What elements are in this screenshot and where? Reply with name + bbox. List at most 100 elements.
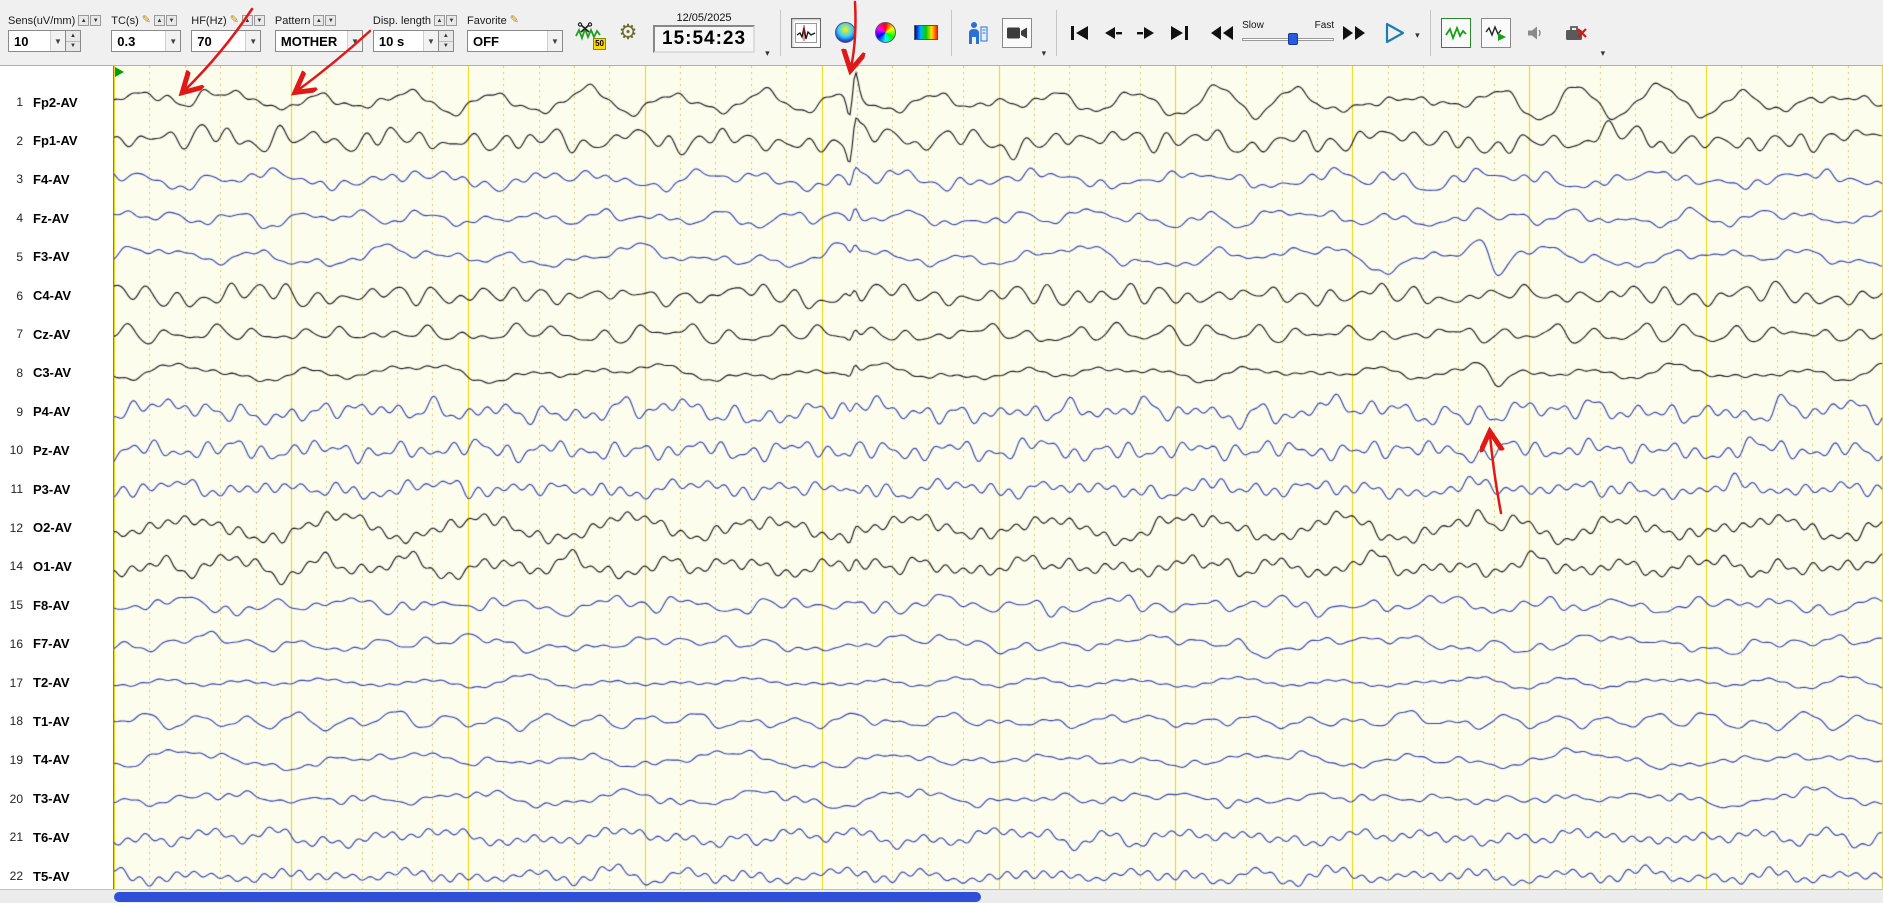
channel-row[interactable]: 2 Fp1-AV (0, 131, 114, 151)
channel-label[interactable]: T1-AV (26, 714, 70, 729)
trace-view-button[interactable] (790, 17, 821, 48)
speed-slider-track[interactable] (1242, 33, 1335, 45)
patient-info-button[interactable] (962, 18, 992, 48)
channel-label[interactable]: Fp2-AV (26, 95, 78, 110)
spin-down-icon[interactable]: ▼ (66, 42, 80, 52)
channel-label[interactable]: T6-AV (26, 830, 70, 845)
pattern-combobox[interactable]: MOTHER ▼ (274, 30, 363, 52)
spin-up-icon[interactable]: ▲ (153, 15, 165, 26)
channel-label[interactable]: O2-AV (26, 520, 72, 535)
spin-up-icon[interactable]: ▲ (78, 15, 90, 26)
spin-up-icon[interactable]: ▲ (66, 31, 80, 42)
time-constant-combobox[interactable]: 0.3 ▼ (111, 30, 182, 52)
channel-label[interactable]: T3-AV (26, 791, 70, 806)
hum-filter-button[interactable]: 50 (573, 18, 606, 50)
channel-row[interactable]: 6 C4-AV (0, 286, 114, 306)
channel-label[interactable]: P4-AV (26, 404, 70, 419)
channel-label[interactable]: Fp1-AV (26, 133, 78, 148)
speed-slider-thumb[interactable] (1288, 33, 1299, 45)
channel-row[interactable]: 22 T5-AV (0, 866, 114, 886)
channel-row[interactable]: 4 Fz-AV (0, 208, 114, 228)
video-button[interactable] (1001, 17, 1032, 48)
spin-down-icon[interactable]: ▼ (90, 15, 102, 26)
channel-row[interactable]: 8 C3-AV (0, 363, 114, 383)
spin-down-icon[interactable]: ▼ (165, 15, 177, 26)
step-back-button[interactable] (1100, 21, 1126, 45)
toolbar-overflow-icon[interactable]: ▾ (765, 48, 770, 63)
channel-row[interactable]: 14 O1-AV (0, 556, 114, 576)
chevron-down-icon[interactable]: ▼ (346, 31, 362, 51)
edit-pencil-icon[interactable]: ✎ (142, 15, 151, 26)
channel-row[interactable]: 3 F4-AV (0, 169, 114, 189)
channel-row[interactable]: 1 Fp2-AV (0, 92, 114, 112)
channel-row[interactable]: 12 O2-AV (0, 518, 114, 538)
fast-forward-button[interactable] (1341, 21, 1367, 45)
channel-row[interactable]: 5 F3-AV (0, 247, 114, 267)
edit-pencil-icon[interactable]: ✎ (510, 15, 519, 26)
topo-3d-button[interactable] (871, 18, 901, 48)
play-button[interactable] (1382, 21, 1408, 45)
edit-pencil-icon[interactable]: ✎ (230, 15, 239, 26)
channel-label[interactable]: P3-AV (26, 482, 70, 497)
spin-down-icon[interactable]: ▼ (439, 42, 453, 52)
spectrogram-button[interactable] (911, 18, 941, 48)
channel-label[interactable]: F3-AV (26, 249, 70, 264)
chevron-down-icon[interactable]: ▼ (50, 31, 65, 51)
channel-label[interactable]: T4-AV (26, 752, 70, 767)
skip-to-start-button[interactable] (1067, 21, 1093, 45)
step-forward-button[interactable] (1133, 21, 1159, 45)
channel-row[interactable]: 18 T1-AV (0, 711, 114, 731)
high-freq-combobox[interactable]: 70 ▼ (191, 30, 262, 52)
monitor-wave-button[interactable] (1440, 17, 1471, 48)
spin-down-icon[interactable]: ▼ (446, 15, 457, 26)
head-topography-button[interactable] (831, 18, 861, 48)
channel-row[interactable]: 7 Cz-AV (0, 324, 114, 344)
sensitivity-combobox[interactable]: 10 ▼ (8, 30, 66, 52)
channel-label[interactable]: C4-AV (26, 288, 71, 303)
toolbar-overflow-icon[interactable]: ▾ (1415, 30, 1420, 45)
spin-down-icon[interactable]: ▼ (325, 15, 337, 26)
chevron-down-icon[interactable]: ▼ (547, 31, 562, 51)
channel-row[interactable]: 17 T2-AV (0, 673, 114, 693)
spin-down-icon[interactable]: ▼ (253, 15, 265, 26)
channel-label[interactable]: O1-AV (26, 559, 72, 574)
channel-label[interactable]: F7-AV (26, 636, 70, 651)
display-length-combobox[interactable]: 10 s ▼ (372, 30, 439, 52)
channel-label[interactable]: T2-AV (26, 675, 70, 690)
channel-label[interactable]: Fz-AV (26, 211, 69, 226)
channel-row[interactable]: 16 F7-AV (0, 634, 114, 654)
spin-up-icon[interactable]: ▲ (434, 15, 445, 26)
settings-button[interactable]: ⚙ (613, 18, 643, 48)
spin-up-icon[interactable]: ▲ (313, 15, 325, 26)
channel-row[interactable]: 9 P4-AV (0, 402, 114, 422)
scrollbar-thumb[interactable] (114, 892, 981, 902)
chevron-down-icon[interactable]: ▼ (165, 31, 181, 51)
channel-row[interactable]: 19 T4-AV (0, 750, 114, 770)
channel-label[interactable]: F8-AV (26, 598, 70, 613)
channel-row[interactable]: 21 T6-AV (0, 827, 114, 847)
channel-label[interactable]: C3-AV (26, 365, 71, 380)
timeline-scrollbar[interactable] (0, 889, 1883, 903)
spin-up-icon[interactable]: ▲ (438, 31, 453, 42)
skip-to-end-button[interactable] (1166, 21, 1192, 45)
eeg-trace-canvas[interactable] (114, 66, 1883, 889)
channel-label[interactable]: F4-AV (26, 172, 70, 187)
favorite-combobox[interactable]: OFF ▼ (467, 30, 563, 52)
disconnect-tools-button[interactable] (1561, 18, 1591, 48)
channel-row[interactable]: 11 P3-AV (0, 479, 114, 499)
chevron-down-icon[interactable]: ▼ (422, 31, 438, 51)
channel-row[interactable]: 15 F8-AV (0, 595, 114, 615)
review-play-button[interactable] (1480, 17, 1511, 48)
channel-label[interactable]: T5-AV (26, 869, 70, 884)
toolbar-overflow-icon[interactable]: ▾ (1042, 48, 1047, 63)
channel-label[interactable]: Cz-AV (26, 327, 70, 342)
spin-up-icon[interactable]: ▲ (241, 15, 253, 26)
rewind-button[interactable] (1209, 21, 1235, 45)
toolbar-overflow-icon[interactable]: ▾ (1601, 48, 1606, 63)
rainbow-map-icon (875, 22, 897, 43)
chevron-down-icon[interactable]: ▼ (245, 31, 261, 51)
channel-label[interactable]: Pz-AV (26, 443, 70, 458)
channel-row[interactable]: 10 Pz-AV (0, 440, 114, 460)
channel-row[interactable]: 20 T3-AV (0, 789, 114, 809)
audio-button[interactable] (1521, 18, 1551, 48)
